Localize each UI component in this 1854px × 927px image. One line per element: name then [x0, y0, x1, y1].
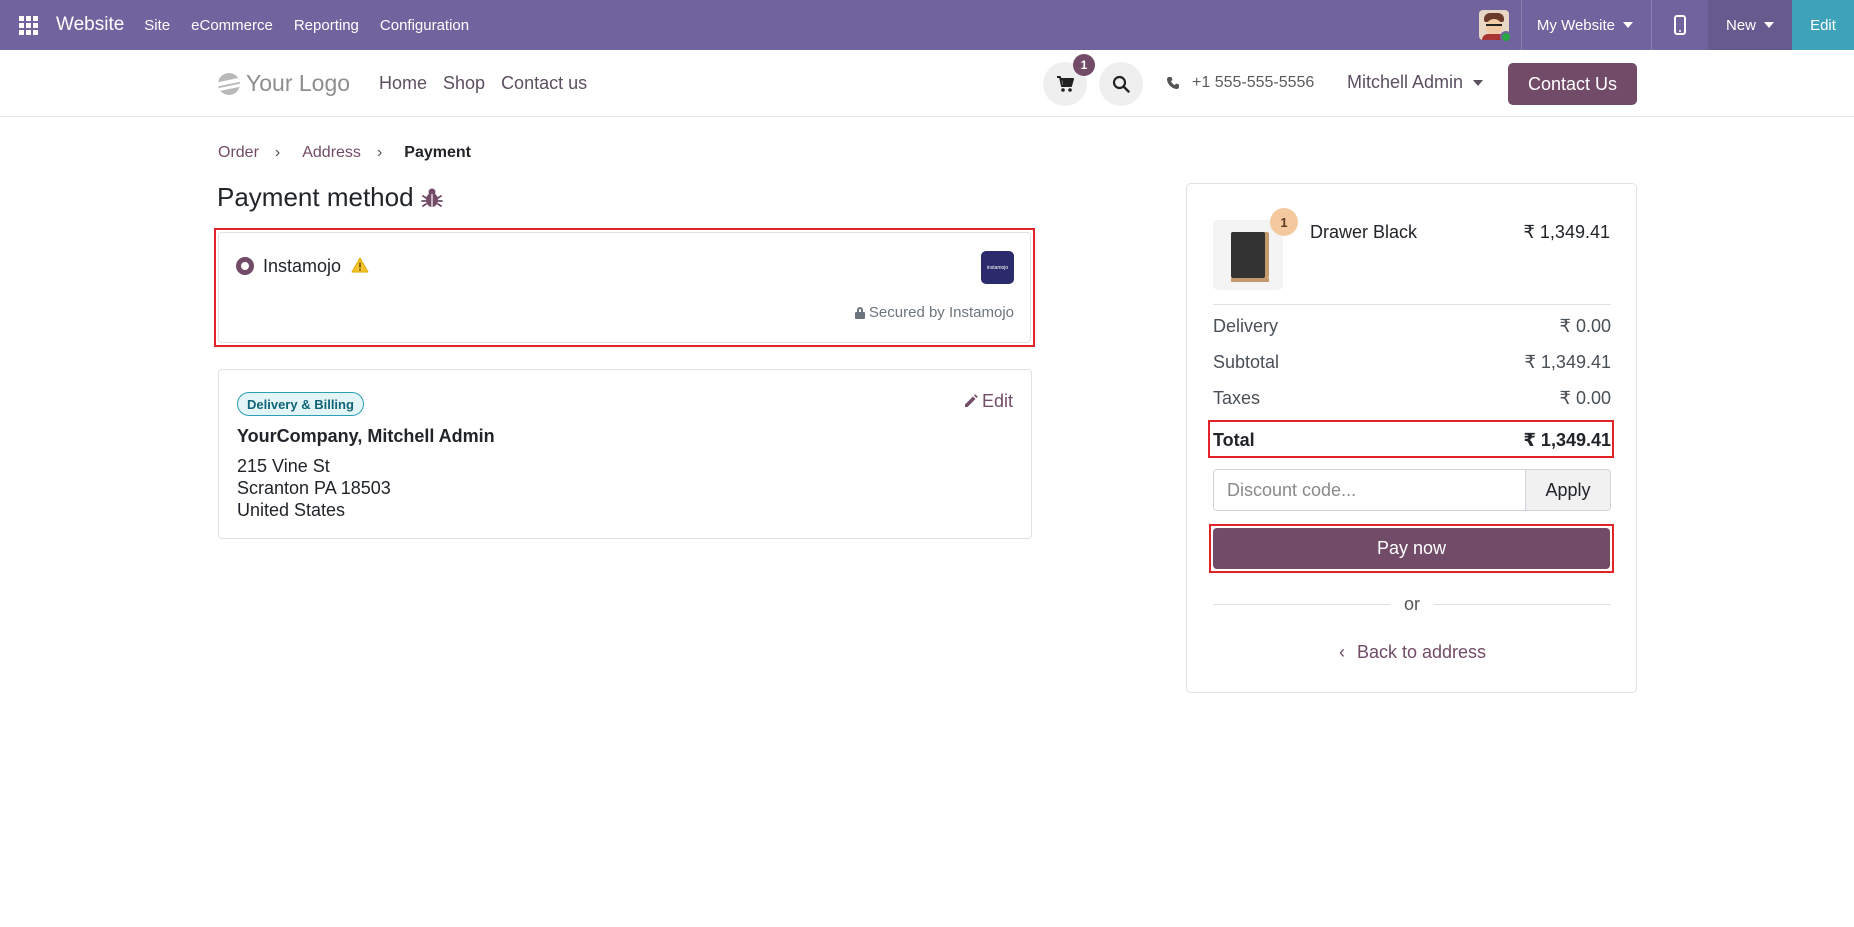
- page-title-text: Payment method: [217, 182, 414, 212]
- summary-row-taxes: Taxes ₹ 0.00: [1213, 388, 1611, 409]
- mobile-phone-icon: [1673, 15, 1686, 35]
- subtotal-label: Subtotal: [1213, 352, 1280, 372]
- edit-label: Edit: [981, 391, 1013, 411]
- delivery-value: ₹ 0.00: [1559, 316, 1612, 336]
- chevron-down-icon: [1622, 22, 1633, 28]
- phone-number: +1 555-555-5556: [1192, 74, 1315, 91]
- admin-top-bar: Website Site eCommerce Reporting Configu…: [0, 0, 1854, 50]
- phone-icon: [1167, 77, 1179, 89]
- cart-icon: [1057, 75, 1074, 92]
- breadcrumb: Order › Address › Payment: [218, 144, 471, 162]
- bug-icon: [420, 188, 443, 207]
- summary-row-subtotal: Subtotal ₹ 1,349.41: [1213, 352, 1611, 373]
- mobile-preview-button[interactable]: [1652, 0, 1708, 50]
- new-content-button[interactable]: New: [1707, 0, 1792, 50]
- summary-row-delivery: Delivery ₹ 0.00: [1213, 316, 1611, 337]
- nav-home[interactable]: Home: [379, 73, 427, 94]
- chevron-left-icon: ‹: [1338, 642, 1345, 662]
- edit-address-button[interactable]: Edit: [963, 391, 1013, 412]
- edit-website-button[interactable]: Edit: [1792, 0, 1854, 50]
- menu-ecommerce[interactable]: eCommerce: [191, 17, 273, 34]
- taxes-value: ₹ 0.00: [1559, 388, 1612, 408]
- back-label: Back to address: [1356, 642, 1487, 662]
- chevron-right-icon: ›: [274, 144, 281, 161]
- app-brand[interactable]: Website: [56, 14, 124, 36]
- pay-now-button[interactable]: Pay now: [1213, 528, 1610, 569]
- breadcrumb-order[interactable]: Order: [218, 144, 259, 162]
- product-qty-badge: 1: [1270, 208, 1298, 236]
- order-summary: 1 Drawer Black ₹ 1,349.41 Delivery ₹ 0.0…: [1186, 183, 1637, 693]
- product-price: ₹ 1,349.41: [1523, 222, 1610, 242]
- payment-radio[interactable]: [236, 257, 254, 275]
- discount-code-input[interactable]: [1214, 470, 1525, 510]
- cart-button[interactable]: 1: [1043, 54, 1095, 106]
- product-name: Drawer Black: [1310, 222, 1418, 242]
- site-nav: Home Shop Contact us: [379, 73, 603, 94]
- chevron-down-icon: [1764, 22, 1774, 28]
- apply-discount-button[interactable]: Apply: [1525, 470, 1610, 510]
- phone-link[interactable]: +1 555-555-5556: [1166, 74, 1314, 92]
- site-header: Your Logo Home Shop Contact us 1 +1 555-…: [0, 50, 1854, 117]
- site-logo[interactable]: Your Logo: [218, 70, 350, 97]
- menu-configuration[interactable]: Configuration: [380, 17, 469, 34]
- pencil-icon: [964, 394, 978, 407]
- user-avatar[interactable]: [1478, 10, 1512, 43]
- apps-menu-icon[interactable]: [0, 0, 56, 50]
- nav-shop[interactable]: Shop: [443, 73, 485, 94]
- page-title: Payment method: [217, 182, 444, 213]
- lock-icon: [854, 306, 865, 319]
- new-label: New: [1725, 16, 1756, 34]
- total-value: ₹ 1,349.41: [1523, 430, 1611, 450]
- cart-count-badge: 1: [1073, 54, 1095, 76]
- address-card: Delivery & Billing Edit YourCompany, Mit…: [218, 369, 1032, 539]
- contact-us-button[interactable]: Contact Us: [1508, 63, 1637, 105]
- nav-contact-us[interactable]: Contact us: [501, 73, 587, 94]
- or-separator: or: [1213, 594, 1612, 615]
- summary-row-total: Total ₹ 1,349.41: [1213, 430, 1611, 451]
- warning-icon: [351, 257, 369, 273]
- top-right-actions: My Website New Edit: [1478, 0, 1854, 50]
- address-type-badge: Delivery & Billing: [237, 392, 364, 416]
- back-to-address-link[interactable]: ‹ Back to address: [1187, 642, 1638, 663]
- user-name: Mitchell Admin: [1347, 72, 1464, 92]
- chevron-down-icon: [1473, 79, 1484, 86]
- secured-by-text: Secured by Instamojo: [854, 304, 1014, 321]
- address-name: YourCompany, Mitchell Admin: [237, 426, 495, 446]
- instamojo-logo: instamojo: [981, 251, 1014, 284]
- breadcrumb-address[interactable]: Address: [302, 144, 361, 162]
- menu-site[interactable]: Site: [144, 17, 170, 34]
- search-icon: [1112, 75, 1130, 93]
- total-label: Total: [1213, 430, 1255, 450]
- taxes-label: Taxes: [1213, 388, 1261, 408]
- address-line-country: United States: [237, 500, 346, 520]
- subtotal-value: ₹ 1,349.41: [1524, 352, 1611, 372]
- logo-icon: [218, 72, 240, 95]
- my-website-label: My Website: [1536, 16, 1615, 34]
- breadcrumb-current: Payment: [404, 144, 471, 161]
- secured-label: Secured by Instamojo: [868, 304, 1014, 321]
- payment-provider-name[interactable]: Instamojo: [263, 256, 341, 277]
- summary-divider: [1213, 304, 1611, 305]
- logo-text: Your Logo: [246, 70, 351, 96]
- payment-option-card[interactable]: Instamojo instamojo Secured by Instamojo: [218, 232, 1031, 343]
- address-line-city: Scranton PA 18503: [237, 478, 391, 498]
- menu-reporting[interactable]: Reporting: [294, 17, 359, 34]
- top-menu: Site eCommerce Reporting Configuration: [144, 17, 490, 34]
- address-line-street: 215 Vine St: [237, 456, 330, 476]
- discount-group: Apply: [1213, 469, 1611, 511]
- user-dropdown[interactable]: Mitchell Admin: [1347, 72, 1484, 93]
- search-button[interactable]: [1099, 62, 1143, 106]
- my-website-dropdown[interactable]: My Website: [1522, 17, 1651, 34]
- online-status-icon: [1499, 31, 1512, 43]
- or-label: or: [1404, 594, 1421, 614]
- chevron-right-icon: ›: [376, 144, 383, 161]
- delivery-label: Delivery: [1213, 316, 1279, 336]
